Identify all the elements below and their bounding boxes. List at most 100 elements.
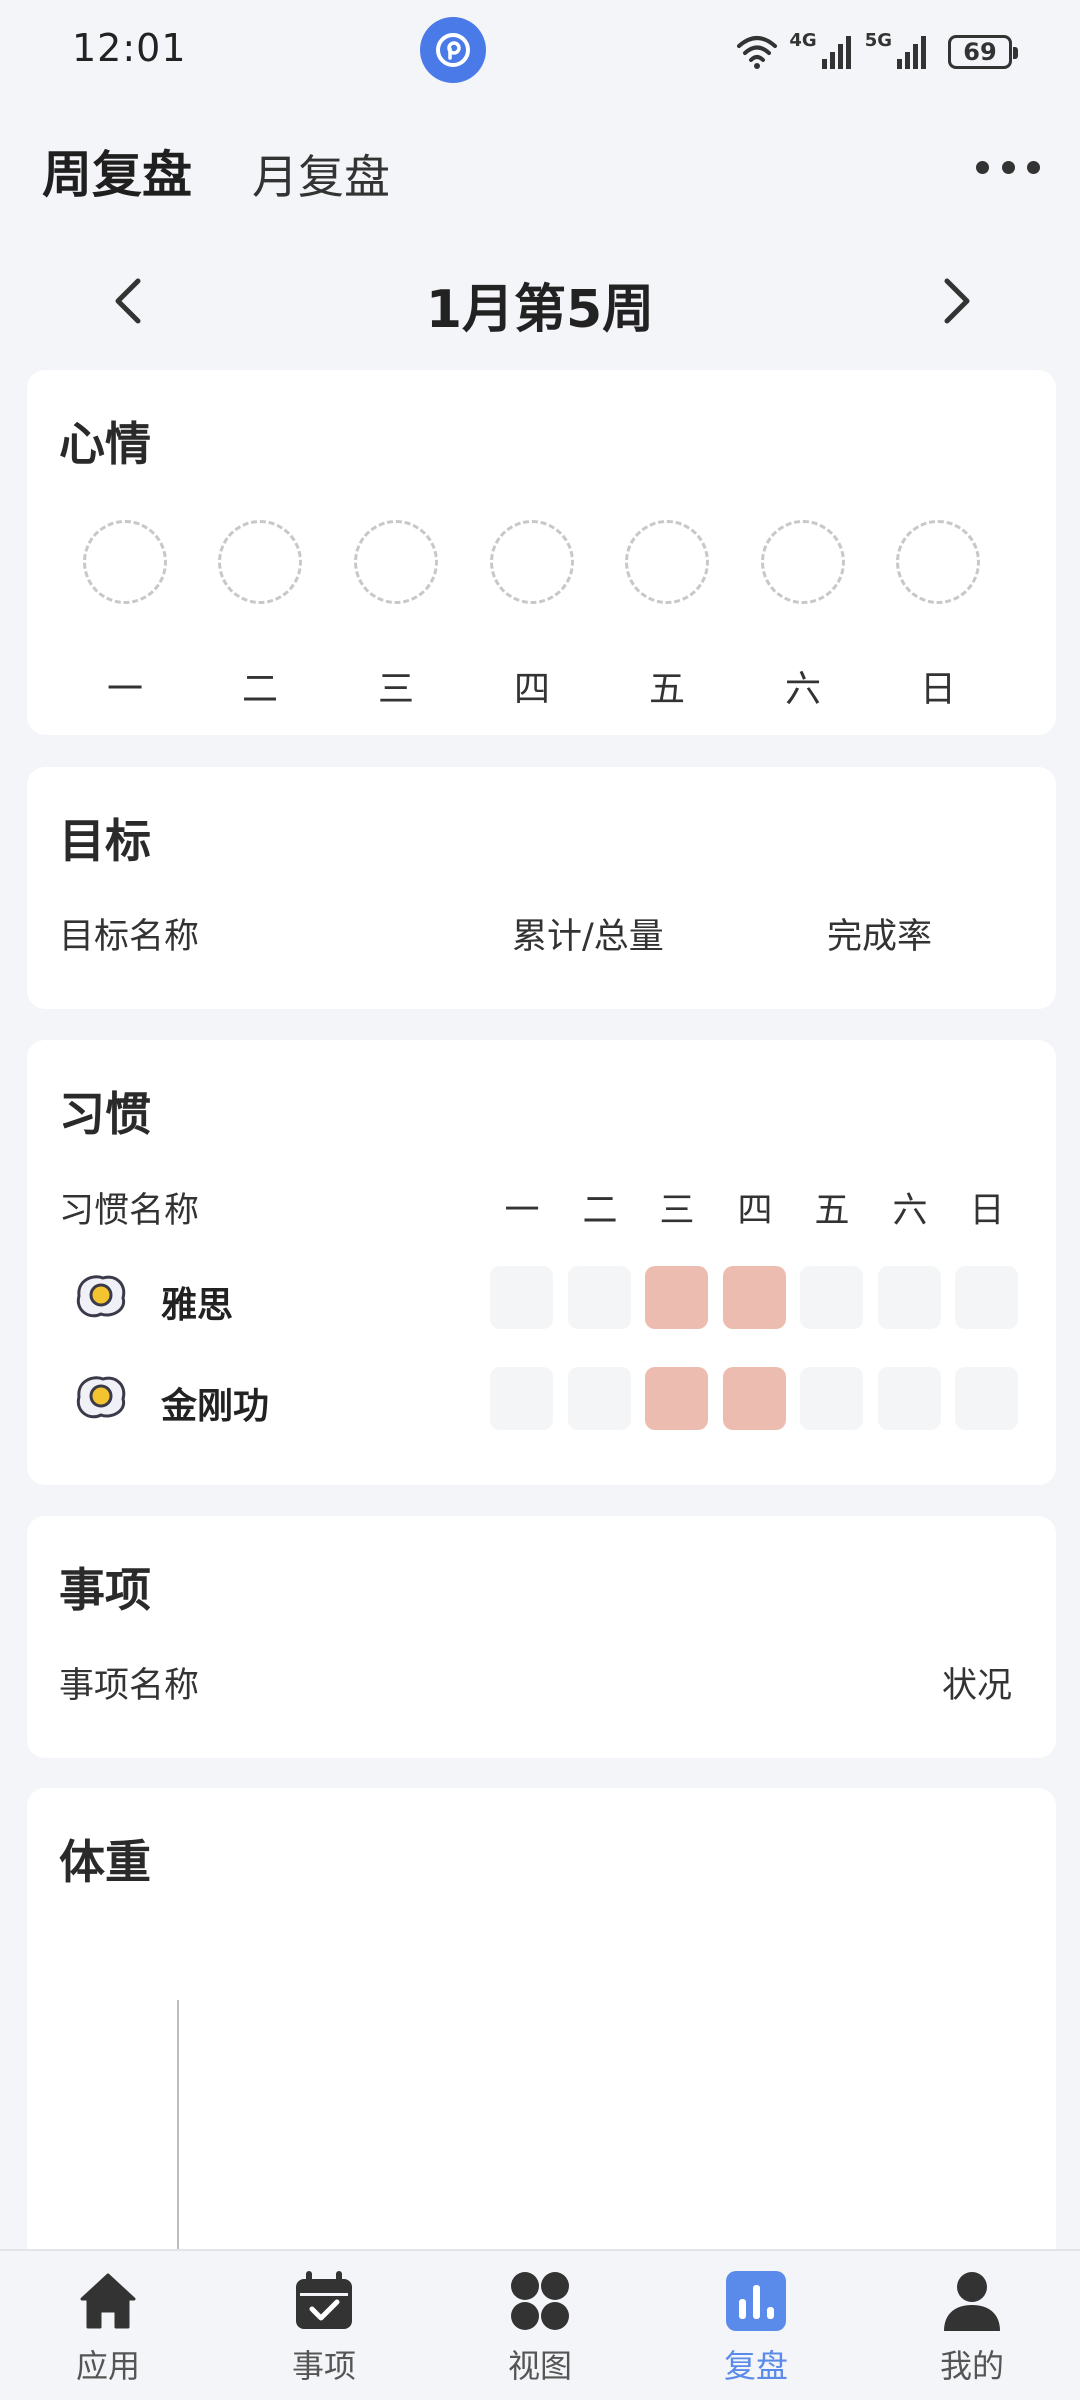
habit-cell[interactable] — [645, 1367, 708, 1430]
mood-day-thu[interactable] — [490, 520, 574, 604]
nav-item-views[interactable]: 视图 — [470, 2269, 610, 2399]
habit-day-header: 日 — [969, 1191, 1005, 1231]
fried-egg-icon — [76, 1376, 126, 1419]
habit-cell[interactable] — [955, 1367, 1018, 1430]
habit-day-header: 二 — [582, 1191, 618, 1231]
habit-cell[interactable] — [800, 1266, 863, 1329]
tab-week-review[interactable]: 周复盘 — [42, 135, 192, 207]
status-bar: 12:01 4G 5G 69 — [0, 0, 1080, 100]
wifi-icon — [737, 36, 778, 69]
habit-day-header: 五 — [814, 1191, 850, 1231]
nav-item-apps[interactable]: 应用 — [38, 2269, 178, 2399]
mood-day-label: 五 — [648, 669, 685, 710]
bottom-nav: 应用 事项 视图 复盘 我的 — [0, 2249, 1080, 2400]
habits-title: 习惯 — [59, 1087, 151, 1141]
tasks-title: 事项 — [59, 1563, 151, 1617]
status-time: 12:01 — [72, 26, 187, 70]
goal-name-header: 目标名称 — [59, 917, 200, 957]
bar-chart-icon — [726, 2271, 786, 2331]
signal-icon — [821, 36, 851, 69]
habit-name-header: 习惯名称 — [59, 1191, 200, 1231]
goal-rate-header: 完成率 — [827, 917, 933, 957]
habit-day-header: 四 — [737, 1191, 773, 1231]
habit-row[interactable]: 雅思 — [27, 1266, 1056, 1330]
nav-label: 复盘 — [723, 2347, 788, 2385]
week-title: 1月第5周 — [425, 280, 655, 340]
grid-icon — [511, 2272, 569, 2330]
more-dot-icon — [1027, 160, 1040, 174]
habit-name: 雅思 — [161, 1285, 234, 1326]
home-icon — [80, 2273, 136, 2329]
mood-empty-circle — [218, 520, 302, 604]
habit-day-header: 六 — [892, 1191, 928, 1231]
weight-chart-axis — [177, 2000, 179, 2260]
network-5g-label: 5G — [864, 29, 892, 51]
more-dot-icon — [976, 160, 989, 174]
mood-title: 心情 — [59, 417, 151, 471]
nav-label: 我的 — [939, 2347, 1004, 2385]
mood-empty-circle — [490, 520, 574, 604]
goals-card: 目标 目标名称 累计/总量 完成率 — [27, 767, 1056, 1009]
signal-icon — [897, 36, 926, 69]
habit-cell[interactable] — [490, 1367, 553, 1430]
mood-day-fri[interactable] — [625, 520, 709, 604]
nav-label: 事项 — [291, 2347, 356, 2385]
mood-day-sun[interactable] — [896, 520, 980, 604]
mood-card: 心情 一 二 三 四 五 六 日 — [27, 370, 1056, 735]
mood-day-label: 二 — [241, 669, 278, 710]
nav-label: 视图 — [507, 2347, 572, 2385]
habit-day-header: 三 — [659, 1191, 695, 1231]
chevron-right-icon — [944, 278, 970, 324]
mood-day-wed[interactable] — [354, 520, 438, 604]
mood-day-sat[interactable] — [761, 520, 845, 604]
habit-cell[interactable] — [878, 1367, 941, 1430]
mood-empty-circle — [896, 520, 980, 604]
nav-item-review[interactable]: 复盘 — [686, 2269, 826, 2399]
goal-total-header: 累计/总量 — [512, 917, 664, 957]
mood-day-mon[interactable] — [83, 520, 167, 604]
habit-cell[interactable] — [568, 1367, 631, 1430]
habit-row[interactable]: 金刚功 — [27, 1367, 1056, 1431]
habit-cell[interactable] — [800, 1367, 863, 1430]
nav-item-tasks[interactable]: 事项 — [254, 2269, 394, 2399]
battery-indicator: 69 — [948, 35, 1018, 69]
tab-month-review[interactable]: 月复盘 — [252, 141, 390, 207]
habit-cell[interactable] — [568, 1266, 631, 1329]
mood-day-label: 一 — [106, 669, 143, 710]
mood-day-label: 日 — [919, 669, 956, 710]
app-notification-icon — [420, 17, 486, 83]
mood-empty-circle — [354, 520, 438, 604]
habit-day-header: 一 — [504, 1191, 540, 1231]
status-indicators: 4G 5G 69 — [735, 29, 1018, 74]
mood-day-label: 四 — [513, 669, 550, 710]
network-4g-label: 4G — [789, 29, 817, 51]
nav-label: 应用 — [75, 2347, 140, 2385]
habit-cell[interactable] — [645, 1266, 708, 1329]
mood-empty-circle — [625, 520, 709, 604]
week-navigator: 1月第5周 — [0, 255, 1080, 345]
more-dot-icon — [1001, 160, 1015, 174]
habit-cell[interactable] — [490, 1266, 553, 1329]
tasks-card: 事项 事项名称 状况 — [27, 1516, 1056, 1758]
goals-title: 目标 — [59, 814, 151, 868]
mood-day-label: 三 — [377, 669, 414, 710]
habit-cell[interactable] — [955, 1266, 1018, 1329]
habit-cell[interactable] — [878, 1266, 941, 1329]
mood-day-label: 六 — [784, 669, 821, 710]
habits-card: 习惯 习惯名称 一 二 三 四 五 六 日 雅思 金刚功 — [27, 1040, 1056, 1485]
next-week-button[interactable] — [925, 271, 985, 331]
nav-item-me[interactable]: 我的 — [902, 2269, 1042, 2399]
header: 周复盘 月复盘 — [0, 125, 1080, 215]
habit-cell[interactable] — [723, 1266, 786, 1329]
habit-name: 金刚功 — [161, 1386, 270, 1427]
fried-egg-icon — [76, 1275, 126, 1318]
task-status-header: 状况 — [942, 1666, 1013, 1706]
mood-empty-circle — [83, 520, 167, 604]
weight-title: 体重 — [59, 1835, 151, 1889]
task-name-header: 事项名称 — [59, 1666, 200, 1706]
more-options-button[interactable] — [976, 155, 1040, 179]
habit-cell[interactable] — [723, 1367, 786, 1430]
calendar-check-icon — [296, 2271, 352, 2329]
mood-empty-circle — [761, 520, 845, 604]
mood-day-tue[interactable] — [218, 520, 302, 604]
